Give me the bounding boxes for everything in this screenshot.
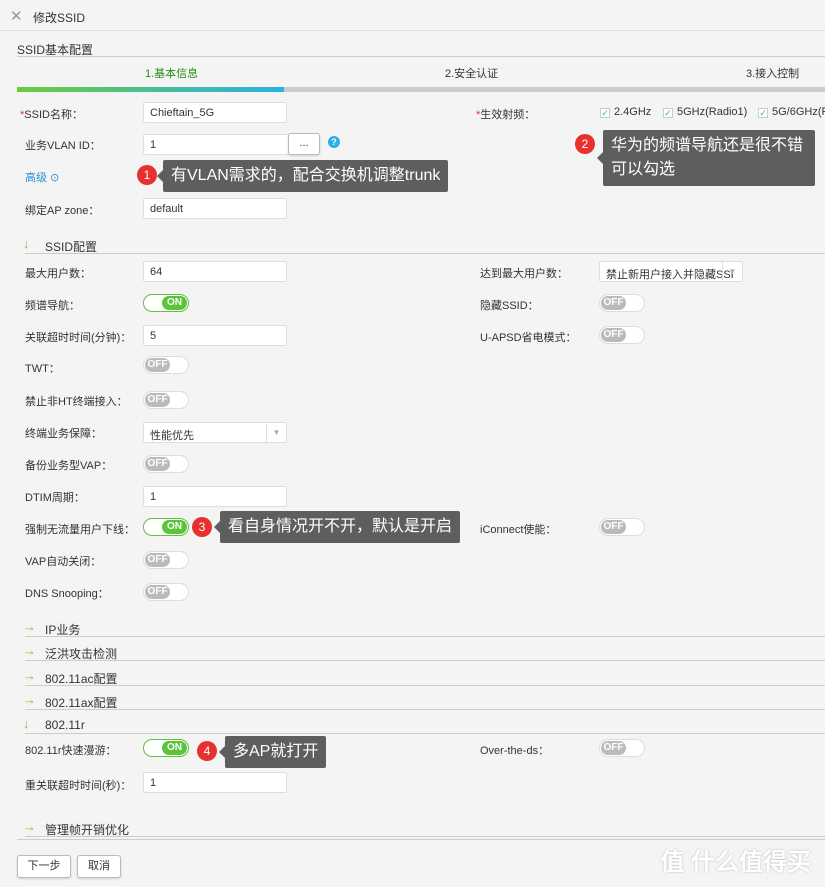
- annotation-badge-2: 2: [575, 134, 595, 154]
- dropdown-arrow-icon: ▼: [722, 262, 742, 281]
- annotation-tooltip-1: 有VLAN需求的，配合交换机调整trunk: [156, 160, 449, 192]
- max-users-input[interactable]: 64: [143, 261, 287, 282]
- uapsd-toggle[interactable]: OFF: [599, 326, 645, 344]
- expand-right-icon[interactable]: →: [23, 619, 36, 634]
- divider: [25, 685, 825, 686]
- cancel-button[interactable]: 取消: [77, 855, 121, 878]
- divider: [25, 709, 825, 710]
- expand-right-icon[interactable]: →: [23, 819, 36, 834]
- check-icon: ✓: [758, 108, 768, 118]
- vap-auto-label: VAP自动关闭：: [25, 556, 102, 568]
- help-icon[interactable]: ?: [328, 136, 340, 148]
- wizard-progress: [17, 87, 825, 92]
- advanced-link[interactable]: 高级 ⊙: [25, 169, 59, 185]
- dns-label: DNS Snooping：: [25, 588, 109, 600]
- reassoc-label: 重关联超时时间(秒)：: [25, 780, 132, 792]
- divider: [17, 56, 825, 57]
- divider: [25, 660, 825, 661]
- check-icon: ✓: [600, 108, 610, 118]
- next-button[interactable]: 下一步: [17, 855, 71, 878]
- hide-ssid-label: 隐藏SSID：: [480, 300, 539, 312]
- divider: [17, 839, 825, 840]
- step-2: 2.安全认证: [445, 68, 499, 80]
- fast-roam-label: 802.11r快速漫游：: [25, 745, 117, 757]
- annotation-tooltip-2: 华为的频谱导航还是很不错 可以勾选: [597, 130, 815, 186]
- expand-right-icon[interactable]: →: [23, 643, 36, 658]
- reassoc-input[interactable]: 1: [143, 772, 287, 793]
- step-3: 3.接入控制: [746, 68, 800, 80]
- band-steering-label: 频谱导航：: [25, 300, 80, 312]
- backup-vap-toggle[interactable]: OFF: [143, 455, 189, 473]
- chevron-down-icon: ⊙: [50, 172, 60, 184]
- reach-max-label: 达到最大用户数：: [480, 268, 568, 280]
- over-ds-label: Over-the-ds：: [480, 745, 550, 757]
- non-ht-toggle[interactable]: OFF: [143, 391, 189, 409]
- non-ht-label: 禁止非HT终端接入：: [25, 396, 128, 408]
- twt-label: TWT：: [25, 363, 60, 375]
- uapsd-label: U-APSD省电模式：: [480, 332, 577, 344]
- hide-ssid-toggle[interactable]: OFF: [599, 294, 645, 312]
- reach-max-select[interactable]: 禁止新用户接入并隐藏SSI ▼: [599, 261, 743, 282]
- ssid-name-label: *SSID名称：: [20, 109, 83, 121]
- service-label: 终端业务保障：: [25, 428, 102, 440]
- annotation-badge-3: 3: [192, 517, 212, 537]
- vlan-input[interactable]: 1: [143, 134, 289, 155]
- expand-right-icon[interactable]: →: [23, 668, 36, 683]
- vap-auto-toggle[interactable]: OFF: [143, 551, 189, 569]
- annotation-badge-4: 4: [197, 741, 217, 761]
- close-icon[interactable]: ✕: [10, 7, 23, 25]
- assoc-timeout-label: 关联超时时间(分钟)：: [25, 332, 132, 344]
- max-users-label: 最大用户数：: [25, 268, 91, 280]
- divider: [25, 733, 825, 734]
- iconnect-toggle[interactable]: OFF: [599, 518, 645, 536]
- service-select[interactable]: 性能优先 ▼: [143, 422, 287, 443]
- vlan-label: 业务VLAN ID：: [25, 140, 101, 152]
- assoc-timeout-input[interactable]: 5: [143, 325, 287, 346]
- check-icon: ✓: [663, 108, 673, 118]
- dtim-label: DTIM周期：: [25, 492, 85, 504]
- radio-checkbox-5[interactable]: ✓ 5GHz(Radio1): [663, 106, 747, 118]
- ssid-name-input[interactable]: Chieftain_5G: [143, 102, 287, 123]
- expand-down-icon[interactable]: ↓: [23, 236, 30, 251]
- radio-label: *生效射频：: [476, 109, 536, 121]
- watermark-logo: 值 什么值得买: [660, 849, 811, 876]
- force-offline-label: 强制无流量用户下线：: [25, 524, 135, 536]
- annotation-tooltip-3: 看自身情况开不开，默认是开启: [213, 511, 461, 543]
- radio-checkbox-24[interactable]: ✓ 2.4GHz: [600, 106, 651, 118]
- twt-toggle[interactable]: OFF: [143, 356, 189, 374]
- divider: [25, 253, 825, 254]
- band-steering-toggle[interactable]: ON: [143, 294, 189, 312]
- step-1: 1.基本信息: [145, 68, 199, 80]
- dialog-title: 修改SSID: [33, 11, 86, 25]
- ap-zone-input[interactable]: default: [143, 198, 287, 219]
- expand-right-icon[interactable]: →: [23, 692, 36, 707]
- over-ds-toggle[interactable]: OFF: [599, 739, 645, 757]
- annotation-tooltip-4: 多AP就打开: [218, 736, 327, 768]
- annotation-badge-1: 1: [137, 165, 157, 185]
- title-bar: [0, 0, 825, 31]
- divider: [25, 636, 825, 637]
- radio-checkbox-6[interactable]: ✓5G/6GHz(Ra: [758, 106, 825, 118]
- dns-snooping-toggle[interactable]: OFF: [143, 583, 189, 601]
- force-offline-toggle[interactable]: ON: [143, 518, 189, 536]
- fast-roam-toggle[interactable]: ON: [143, 739, 189, 757]
- vlan-select-button[interactable]: ...: [288, 133, 320, 155]
- ap-zone-label: 绑定AP zone：: [25, 205, 100, 217]
- divider: [25, 836, 825, 837]
- backup-vap-label: 备份业务型VAP：: [25, 460, 113, 472]
- iconnect-label: iConnect使能：: [480, 524, 557, 536]
- expand-down-icon[interactable]: ↓: [23, 716, 30, 731]
- dtim-input[interactable]: 1: [143, 486, 287, 507]
- section-header[interactable]: 802.11r: [45, 718, 85, 732]
- dropdown-arrow-icon: ▼: [266, 423, 286, 442]
